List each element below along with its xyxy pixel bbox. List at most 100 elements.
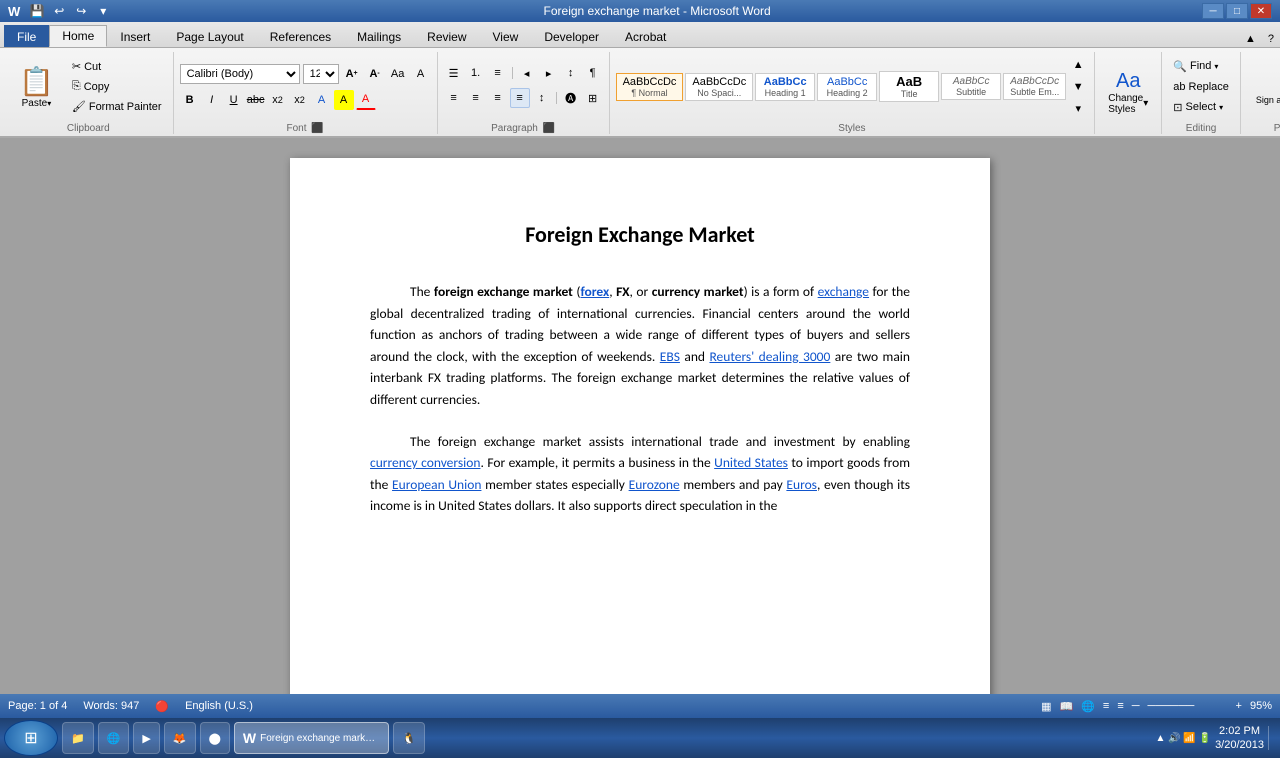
link-united-states[interactable]: United States (714, 454, 788, 471)
minimize-btn[interactable]: ─ (1202, 3, 1224, 19)
save-quick-btn[interactable]: 💾 (28, 2, 46, 20)
underline-btn[interactable]: U (224, 90, 244, 110)
styles-scroll-down[interactable]: ▼ (1068, 77, 1088, 97)
view-normal-btn[interactable]: ▦ (1041, 700, 1051, 713)
show-marks-btn[interactable]: ¶ (583, 63, 603, 83)
redo-quick-btn[interactable]: ↪ (72, 2, 90, 20)
tab-acrobat[interactable]: Acrobat (612, 25, 679, 47)
ribbon-minimize-btn[interactable]: ▲ (1239, 33, 1262, 45)
style-subtitle[interactable]: AaBbCc Subtitle (941, 73, 1001, 100)
editing-group: Aa ChangeStyles ▾ (1095, 52, 1162, 134)
tab-developer[interactable]: Developer (531, 25, 612, 47)
align-right-btn[interactable]: ≡ (488, 88, 508, 108)
justify-btn[interactable]: ≡ (510, 88, 530, 108)
taskbar-ie[interactable]: 🌐 (98, 722, 130, 754)
style-subtle-em[interactable]: AaBbCcDc Subtle Em... (1003, 73, 1066, 100)
style-title[interactable]: AaB Title (879, 71, 939, 102)
paragraph-label: Paragraph ⬛ (491, 123, 555, 134)
clear-format-btn[interactable]: A (411, 64, 431, 84)
taskbar-chrome[interactable]: ⬤ (200, 722, 230, 754)
view-outline-btn[interactable]: ≡ (1103, 700, 1109, 712)
zoom-slider[interactable]: ────── (1148, 700, 1228, 712)
link-european-union[interactable]: European Union (392, 476, 481, 493)
italic-btn[interactable]: I (202, 90, 222, 110)
view-draft-btn[interactable]: ≡ (1117, 700, 1123, 712)
document-page[interactable]: Foreign Exchange Market The foreign exch… (290, 158, 990, 694)
font-dialog-launcher[interactable]: ⬛ (311, 123, 323, 134)
view-web-btn[interactable]: 🌐 (1081, 700, 1095, 713)
style-no-spacing[interactable]: AaBbCcDc No Spaci... (685, 73, 753, 101)
decrease-indent-btn[interactable]: ◂ (517, 63, 537, 83)
align-left-btn[interactable]: ≡ (444, 88, 464, 108)
subscript-btn[interactable]: x2 (268, 90, 288, 110)
strikethrough-btn[interactable]: abc (246, 90, 266, 110)
link-currency-conversion[interactable]: currency conversion (370, 454, 480, 471)
start-button[interactable]: ⊞ (4, 720, 58, 756)
taskbar-media[interactable]: ▶ (133, 722, 159, 754)
font-name-select[interactable]: Calibri (Body) (180, 64, 300, 84)
shading-btn[interactable]: 🅐 (561, 88, 581, 108)
cut-button[interactable]: ✂ Cut (67, 57, 167, 76)
link-forex[interactable]: forex (580, 283, 609, 300)
quick-dropdown-btn[interactable]: ▾ (94, 2, 112, 20)
zoom-out-btn[interactable]: ─ (1132, 700, 1140, 712)
restore-btn[interactable]: □ (1226, 3, 1248, 19)
tab-review[interactable]: Review (414, 25, 479, 47)
font-grow-btn[interactable]: A+ (342, 64, 362, 84)
link-eurozone[interactable]: Eurozone (629, 476, 680, 493)
replace-button[interactable]: ab Replace (1168, 78, 1234, 96)
borders-btn[interactable]: ⊞ (583, 88, 603, 108)
time-display[interactable]: 2:02 PM 3/20/2013 (1215, 724, 1264, 753)
sign-encrypt-button[interactable]: 🔒 Sign and Encrypt (1247, 61, 1280, 112)
link-euros[interactable]: Euros (786, 476, 817, 493)
bold-btn[interactable]: B (180, 90, 200, 110)
find-button[interactable]: 🔍 Find▾ (1168, 57, 1234, 76)
select-button[interactable]: ⊡ Select▾ (1168, 98, 1234, 117)
bullets-btn[interactable]: ☰ (444, 63, 464, 83)
change-case-btn[interactable]: Aa (388, 64, 408, 84)
zoom-in-btn[interactable]: + (1236, 700, 1242, 712)
link-exchange[interactable]: exchange (818, 283, 869, 300)
help-btn[interactable]: ? (1262, 33, 1280, 45)
tab-references[interactable]: References (257, 25, 344, 47)
taskbar-explorer[interactable]: 📁 (62, 722, 94, 754)
align-center-btn[interactable]: ≡ (466, 88, 486, 108)
tab-file[interactable]: File (4, 25, 49, 47)
link-reuters[interactable]: Reuters' dealing 3000 (709, 348, 830, 365)
line-spacing-btn[interactable]: ↕ (532, 88, 552, 108)
style-heading2[interactable]: AaBbCc Heading 2 (817, 73, 877, 101)
close-btn[interactable]: ✕ (1250, 3, 1272, 19)
copy-button[interactable]: ⎘ Copy (67, 77, 167, 96)
highlight-btn[interactable]: A (334, 90, 354, 110)
format-painter-button[interactable]: 🖌 Format Painter (67, 97, 167, 116)
increase-indent-btn[interactable]: ▸ (539, 63, 559, 83)
superscript-btn[interactable]: x2 (290, 90, 310, 110)
numbering-btn[interactable]: 1. (466, 63, 486, 83)
link-ebs[interactable]: EBS (660, 348, 680, 365)
style-normal[interactable]: AaBbCcDc ¶ Normal (616, 73, 684, 101)
styles-more[interactable]: ▾ (1068, 99, 1088, 119)
tab-mailings[interactable]: Mailings (344, 25, 414, 47)
font-color-btn[interactable]: A (356, 90, 376, 110)
sort-btn[interactable]: ↕ (561, 63, 581, 83)
show-desktop-btn[interactable] (1268, 726, 1276, 750)
style-heading1[interactable]: AaBbCc Heading 1 (755, 73, 815, 101)
view-reading-btn[interactable]: 📖 (1059, 700, 1073, 713)
paragraph-dialog-launcher[interactable]: ⬛ (543, 123, 555, 134)
paste-button[interactable]: 📋 Paste ▾ (10, 52, 63, 121)
tab-page-layout[interactable]: Page Layout (163, 25, 256, 47)
taskbar-app[interactable]: 🐧 (393, 722, 425, 754)
undo-quick-btn[interactable]: ↩ (50, 2, 68, 20)
tab-view[interactable]: View (480, 25, 532, 47)
taskbar-firefox[interactable]: 🦊 (164, 722, 196, 754)
change-styles-button[interactable]: Aa ChangeStyles ▾ (1101, 65, 1155, 120)
styles-scroll-up[interactable]: ▲ (1068, 55, 1088, 75)
list-row: ☰ 1. ≡ ◂ ▸ ↕ ¶ (444, 63, 603, 83)
font-size-select[interactable]: 12 (303, 64, 339, 84)
taskbar-word[interactable]: W Foreign exchange market... (234, 722, 389, 754)
multilevel-btn[interactable]: ≡ (488, 63, 508, 83)
tab-home[interactable]: Home (49, 25, 107, 47)
tab-insert[interactable]: Insert (107, 25, 163, 47)
font-shrink-btn[interactable]: A- (365, 64, 385, 84)
text-effects-btn[interactable]: A (312, 90, 332, 110)
